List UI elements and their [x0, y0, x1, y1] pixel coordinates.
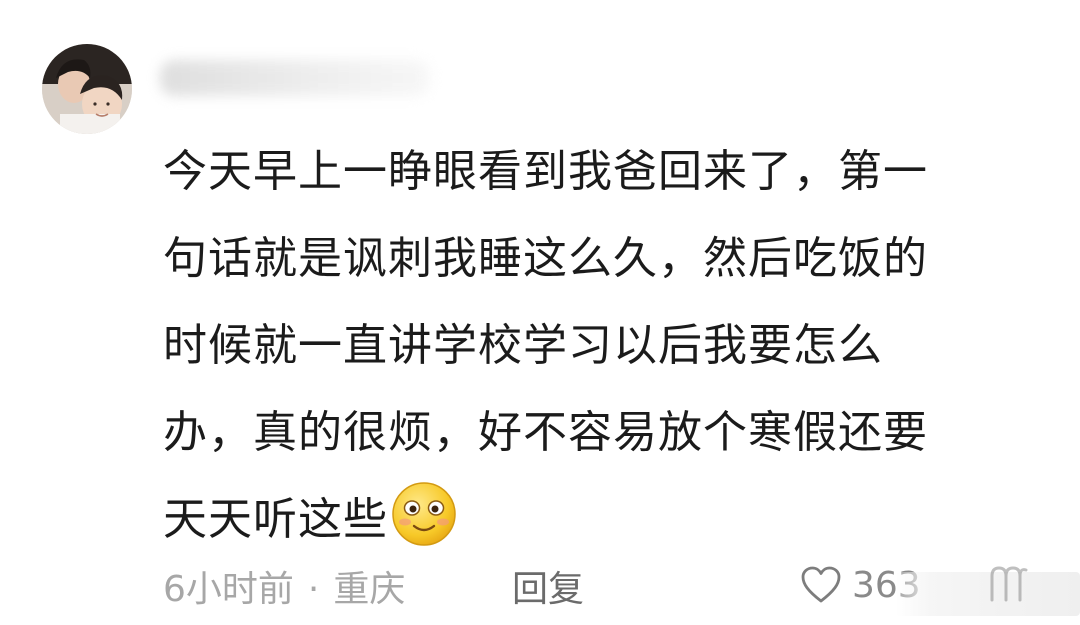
reply-button[interactable]: 回复 [512, 560, 584, 612]
comment-time: 6小时前 [163, 569, 294, 610]
comment-location: 重庆 [333, 569, 406, 610]
heart-outline-icon [801, 566, 841, 603]
comment-line: 今天早上一睁眼看到我爸回来了，第一 [163, 146, 928, 197]
comment-line: 时候就一直讲学校学习以后我要怎么 [163, 320, 883, 371]
comment-line: 句话就是讽刺我睡这么久，然后吃饭的 [163, 233, 928, 284]
more-options-icon[interactable] [984, 562, 1034, 606]
comment-content: 今天早上一睁眼看到我爸回来了，第一 句话就是讽刺我睡这么久，然后吃饭的 时候就一… [163, 128, 1023, 563]
meta-separator: · [307, 569, 320, 610]
username-redacted[interactable] [160, 60, 430, 96]
comment-item: 今天早上一睁眼看到我爸回来了，第一 句话就是讽刺我睡这么久，然后吃饭的 时候就一… [0, 0, 1080, 625]
avatar[interactable] [42, 44, 132, 134]
comment-line: 办，真的很烦，好不容易放个寒假还要 [163, 407, 928, 458]
comment-line-text: 天天听这些 [163, 494, 388, 545]
smiling-face-emoji-icon [392, 482, 456, 546]
comment-line-last: 天天听这些 [163, 476, 1023, 563]
avatar-image [42, 44, 132, 134]
comment-meta: 6小时前 · 重庆 [163, 560, 405, 610]
